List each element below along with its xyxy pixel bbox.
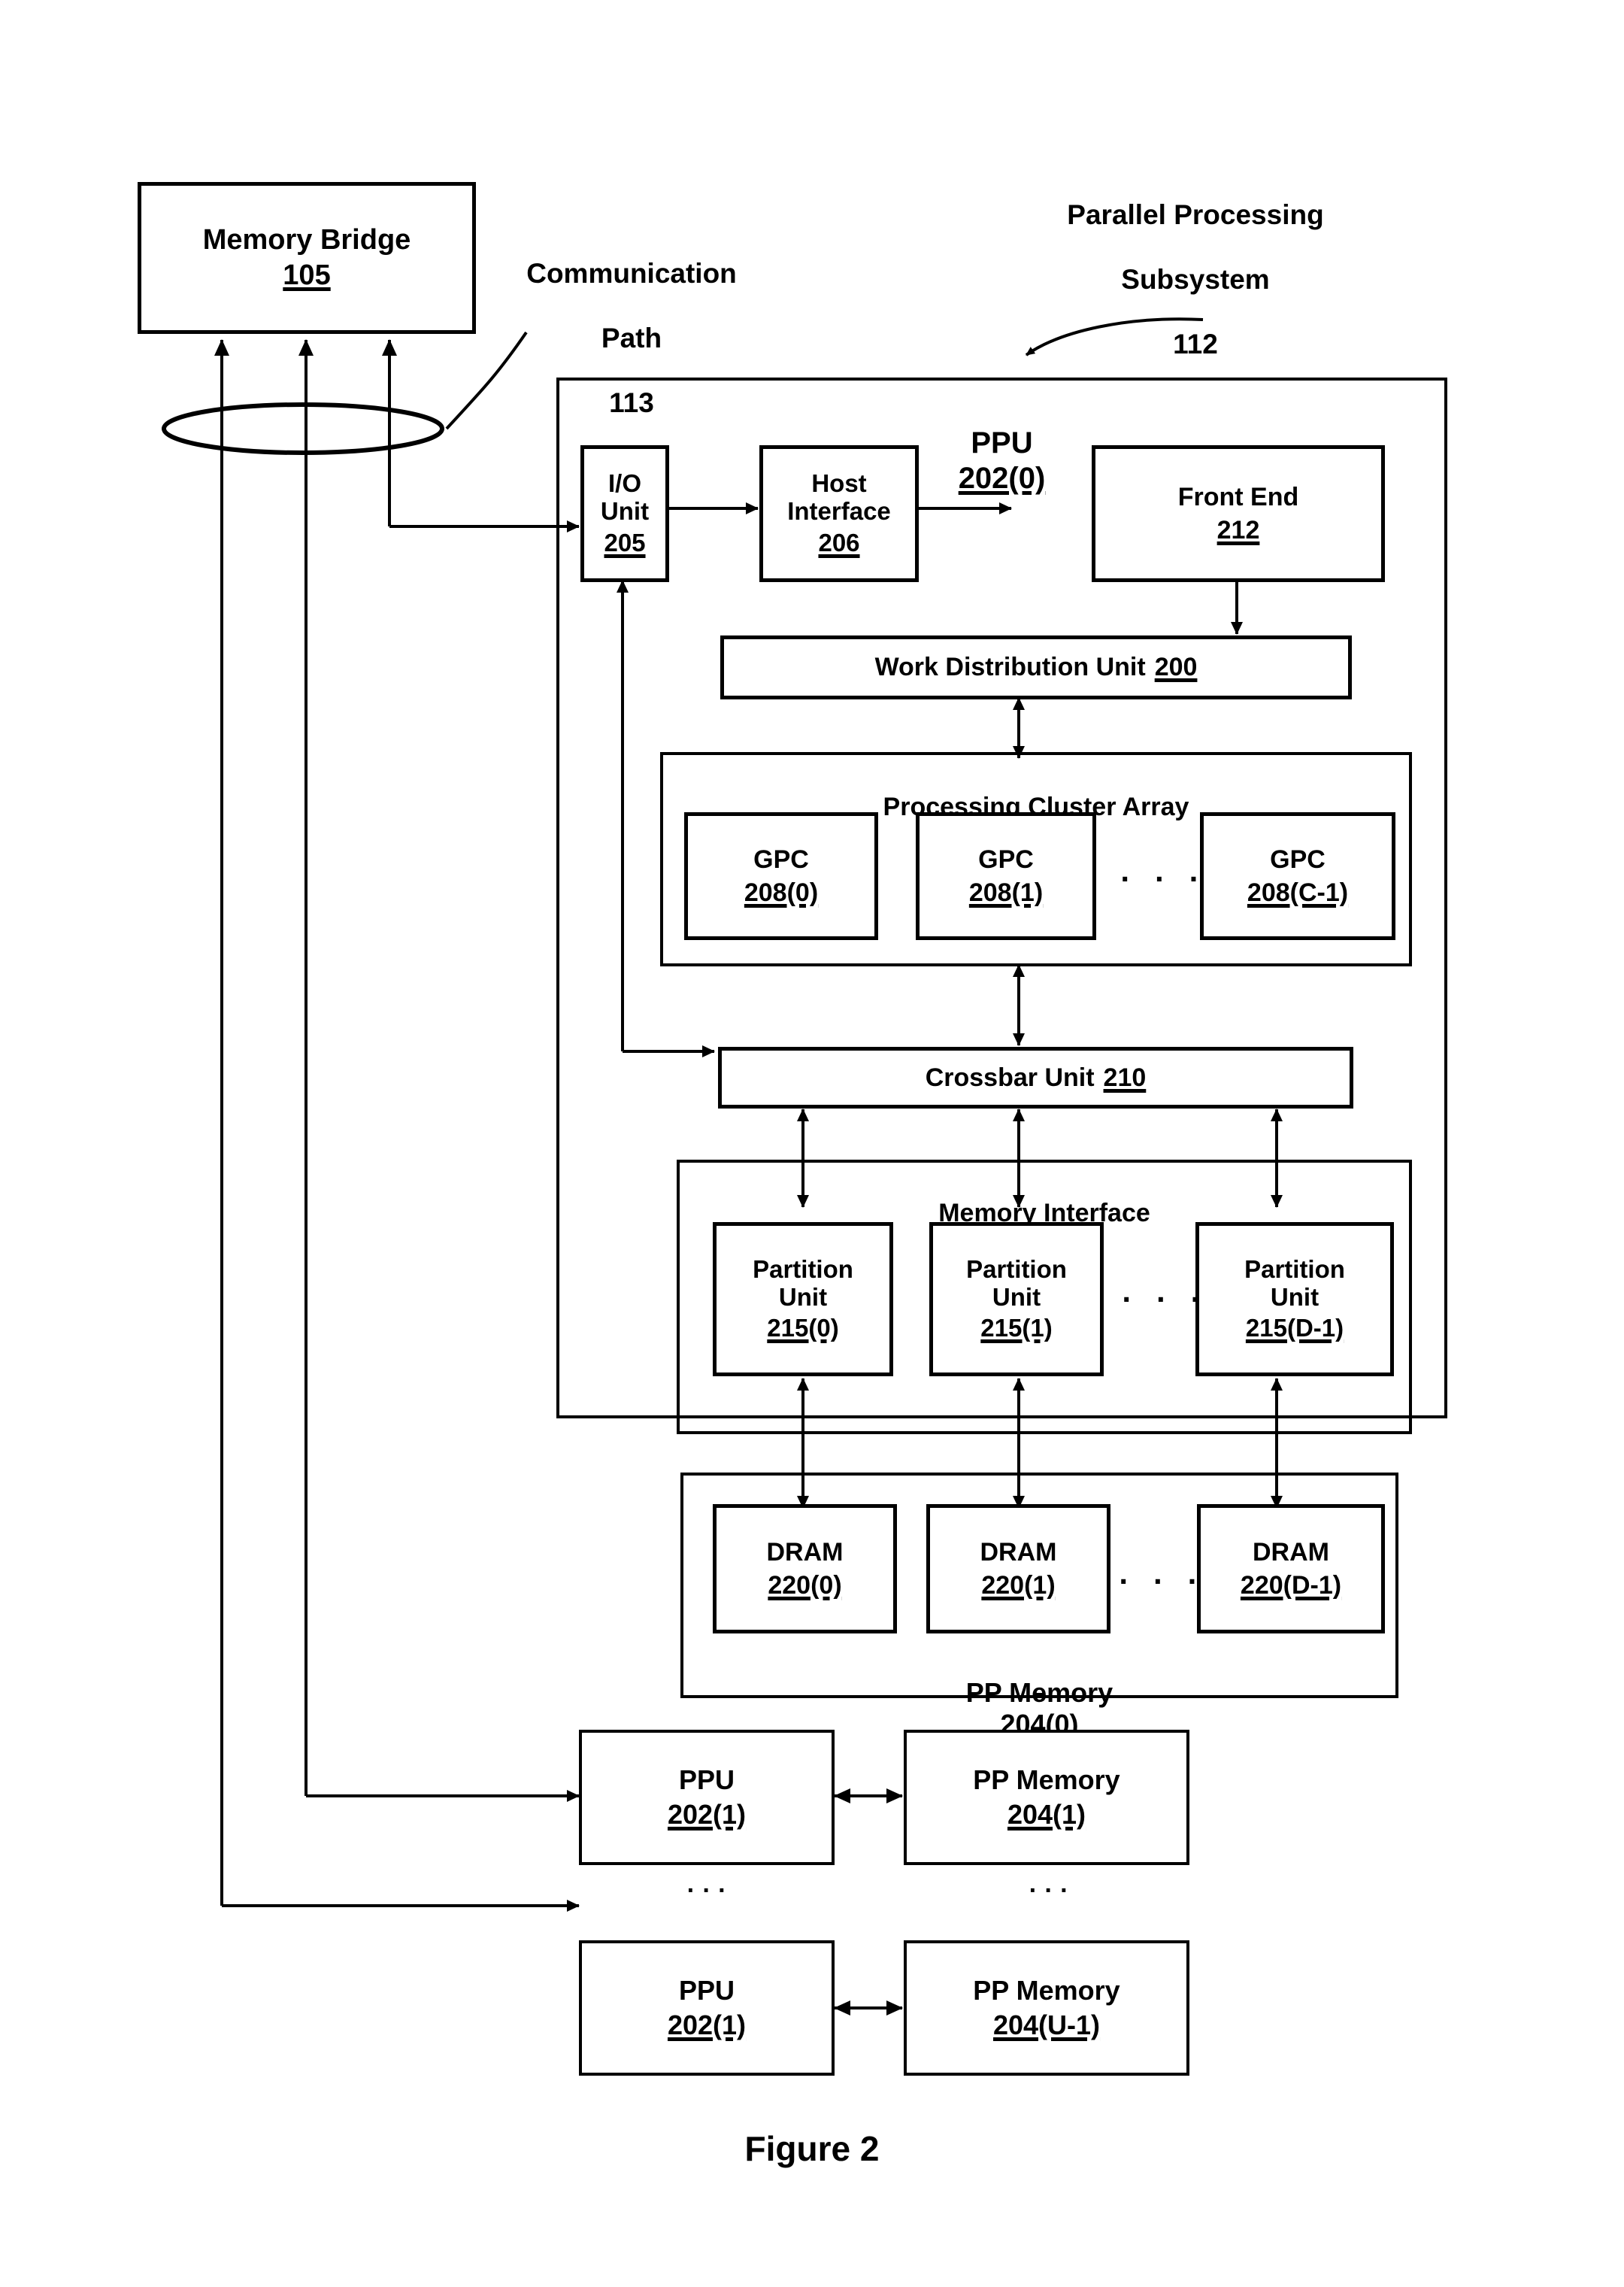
dram-box-2[interactable]: DRAM 220(D-1): [1197, 1504, 1385, 1633]
ppu-1-box[interactable]: PPU 202(1): [579, 1730, 835, 1865]
partition-unit-1-line2: Unit: [992, 1283, 1041, 1312]
partition-unit-0-line1: Partition: [753, 1255, 853, 1284]
partition-unit-2-ref: 215(D-1): [1245, 1313, 1344, 1342]
host-interface-box[interactable]: Host Interface 206: [759, 445, 919, 582]
dram-ellipsis: · · ·: [1119, 1564, 1206, 1599]
dram-1-title: DRAM: [980, 1537, 1057, 1567]
ppu-0-title-text: PPU: [971, 426, 1033, 460]
pp-memory-0-title: PP Memory 204(0): [680, 1645, 1398, 1740]
pps-line1: Parallel Processing: [1067, 199, 1324, 230]
gpc-2-ref: 208(C-1): [1247, 878, 1349, 907]
dram-box-0[interactable]: DRAM 220(0): [713, 1504, 897, 1633]
gpc-2-title: GPC: [1270, 845, 1326, 874]
gpc-box-0[interactable]: GPC 208(0): [684, 812, 878, 940]
crossbar-unit-box[interactable]: Crossbar Unit 210: [718, 1047, 1353, 1109]
io-unit-box[interactable]: I/O Unit 205: [580, 445, 669, 582]
figure-canvas: Memory Bridge 105 Communication Path 113…: [0, 0, 1624, 2287]
front-end-box[interactable]: Front End 212: [1092, 445, 1385, 582]
gpc-box-2[interactable]: GPC 208(C-1): [1200, 812, 1395, 940]
dram-0-ref: 220(0): [768, 1571, 842, 1600]
pp-memory-0-title-text: PP Memory: [965, 1676, 1113, 1708]
dram-2-ref: 220(D-1): [1240, 1571, 1342, 1600]
pp-memory-u1-ref: 204(U-1): [992, 2009, 1101, 2040]
work-distribution-unit-ref: 200: [1154, 653, 1198, 682]
pps-line2: Subsystem: [1121, 263, 1270, 295]
ppu-u1-ref: 202(1): [667, 2009, 747, 2040]
gpc-0-title: GPC: [753, 845, 809, 874]
partition-unit-2-line1: Partition: [1244, 1255, 1345, 1284]
io-unit-ref: 205: [604, 529, 646, 557]
parallel-processing-subsystem-label: Parallel Processing Subsystem 112: [1000, 167, 1391, 393]
communication-path-line2: Path: [601, 322, 662, 353]
ppu-u1-box[interactable]: PPU 202(1): [579, 1940, 835, 2076]
ppu-0-ref: 202(0): [958, 461, 1046, 495]
partition-unit-box-2[interactable]: Partition Unit 215(D-1): [1195, 1222, 1394, 1376]
dram-2-title: DRAM: [1253, 1537, 1329, 1567]
ppu-column-vertical-ellipsis: · · ·: [686, 1876, 727, 1905]
gpc-1-ref: 208(1): [968, 878, 1044, 907]
pp-memory-1-ref: 204(1): [1007, 1799, 1086, 1830]
pp-memory-u1-box[interactable]: PP Memory 204(U-1): [904, 1940, 1189, 2076]
partition-unit-box-0[interactable]: Partition Unit 215(0): [713, 1222, 893, 1376]
io-unit-title: I/O Unit: [600, 469, 650, 525]
work-distribution-unit-box[interactable]: Work Distribution Unit 200: [720, 635, 1352, 699]
communication-path-line1: Communication: [526, 257, 737, 289]
work-distribution-unit-title: Work Distribution Unit: [874, 653, 1146, 682]
dram-0-title: DRAM: [766, 1537, 844, 1567]
ppu-u1-title: PPU: [678, 1974, 735, 2006]
host-interface-title: Host Interface: [787, 469, 891, 525]
ppu-1-title: PPU: [678, 1764, 735, 1795]
gpc-ellipsis: · · ·: [1120, 861, 1207, 896]
dram-1-ref: 220(1): [981, 1571, 1056, 1600]
partition-unit-box-1[interactable]: Partition Unit 215(1): [929, 1222, 1104, 1376]
pp-memory-u1-title: PP Memory: [973, 1974, 1120, 2006]
memory-bridge-box[interactable]: Memory Bridge 105: [138, 182, 476, 334]
crossbar-unit-ref: 210: [1103, 1063, 1147, 1092]
pp-memory-column-vertical-ellipsis: · · ·: [1029, 1876, 1069, 1905]
pp-memory-1-box[interactable]: PP Memory 204(1): [904, 1730, 1189, 1865]
gpc-1-title: GPC: [978, 845, 1034, 874]
ppu-1-ref: 202(1): [667, 1799, 747, 1830]
partition-unit-2-line2: Unit: [1270, 1283, 1320, 1312]
gpc-box-1[interactable]: GPC 208(1): [916, 812, 1096, 940]
partition-unit-1-line1: Partition: [966, 1255, 1067, 1284]
front-end-ref: 212: [1216, 516, 1260, 544]
partition-unit-1-ref: 215(1): [980, 1313, 1053, 1342]
host-interface-ref: 206: [818, 529, 860, 557]
memory-bridge-title: Memory Bridge: [202, 224, 411, 256]
crossbar-unit-title: Crossbar Unit: [925, 1063, 1095, 1092]
partition-unit-0-line2: Unit: [778, 1283, 828, 1312]
gpc-0-ref: 208(0): [744, 878, 819, 907]
communication-path-ellipse: [162, 402, 444, 455]
dram-box-1[interactable]: DRAM 220(1): [926, 1504, 1110, 1633]
memory-bridge-ref: 105: [283, 259, 331, 291]
partition-unit-0-ref: 215(0): [767, 1313, 839, 1342]
figure-caption: Figure 2: [744, 2129, 880, 2168]
front-end-title: Front End: [1177, 482, 1299, 511]
pps-ref: 112: [1173, 328, 1218, 359]
pp-memory-1-title: PP Memory: [973, 1764, 1120, 1795]
